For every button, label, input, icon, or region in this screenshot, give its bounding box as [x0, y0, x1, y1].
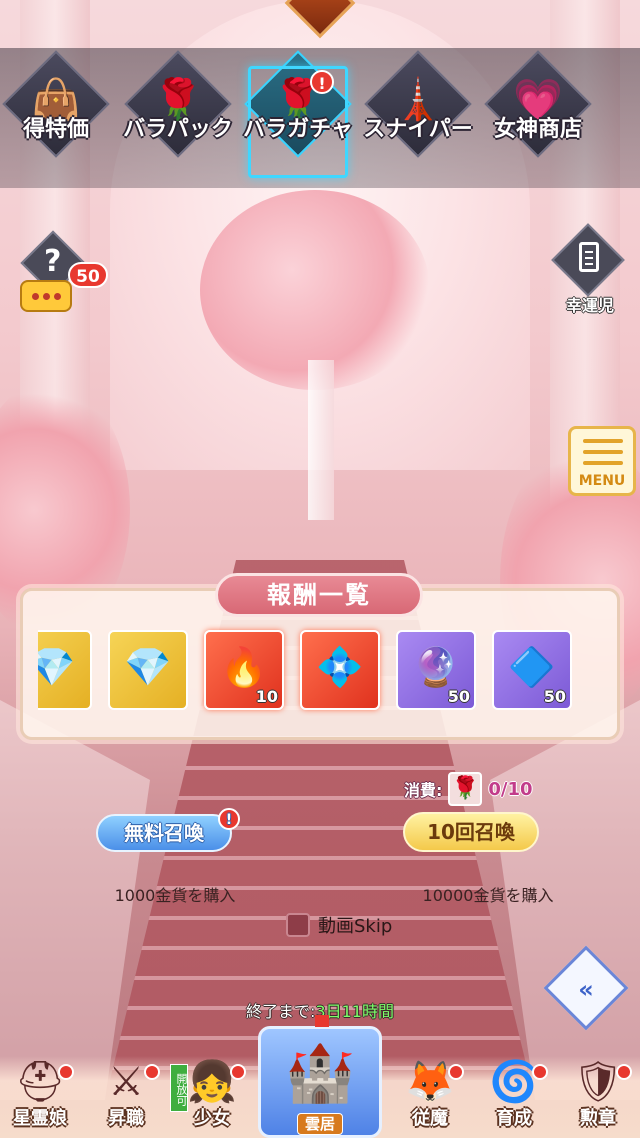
reward-quantity: 50	[543, 687, 566, 706]
nav-castle[interactable]: 🏰 雲居	[258, 1015, 382, 1138]
alert-icon: !	[218, 808, 240, 830]
skip-label: 動画Skip	[318, 916, 393, 937]
menu-button[interactable]: MENU	[568, 426, 636, 496]
chat-button[interactable]: ? 50	[18, 230, 108, 316]
notification-dot	[144, 1064, 160, 1080]
ten-summon-price: 10000金貨を購入	[422, 886, 554, 905]
tab-label: 得特価	[22, 117, 89, 142]
alert-icon: !	[310, 70, 334, 94]
clipboard-icon	[579, 242, 599, 272]
nav-familiar[interactable]: 🦊 従魔	[390, 1052, 470, 1138]
medal-shield-icon: 🛡	[572, 1059, 624, 1105]
shop-tab-bar: 👜 得特価 🌹 バラパック 🌹 バラガチャ ! 🗼 スナイパー 💗 女神商店	[0, 48, 640, 188]
reward-item[interactable]: 🔮 50	[396, 630, 476, 710]
flag-icon	[315, 1015, 329, 1027]
tab-label: バラパック	[123, 117, 233, 142]
video-skip-toggle[interactable]: 動画Skip	[286, 912, 392, 938]
knight-helmet-icon: ⛑	[14, 1059, 66, 1105]
ten-summon-button[interactable]: 10回召喚	[403, 812, 539, 852]
portal-icon: 🌀	[489, 1059, 539, 1105]
free-summon-label: 無料召喚	[124, 821, 204, 845]
reward-item[interactable]: 💎	[108, 630, 188, 710]
nav-label: 従魔	[412, 1108, 448, 1129]
blue-crystal-icon: 💠	[316, 645, 364, 689]
reward-quantity: 10	[255, 687, 278, 706]
tab-rose-pack[interactable]: 🌹 バラパック	[118, 50, 238, 184]
rose-icon: 🌹	[448, 772, 483, 806]
background-tree-trunk	[308, 360, 334, 520]
cost-label: 消費:	[404, 781, 443, 800]
nav-training[interactable]: 🌀 育成	[474, 1052, 554, 1138]
cost-value: 0/10	[488, 778, 533, 800]
nav-label: 勲章	[580, 1108, 616, 1129]
tab-rose-gacha[interactable]: 🌹 バラガチャ !	[238, 50, 358, 184]
nav-label: 育成	[496, 1108, 532, 1129]
timer-prefix: 終了まで:	[246, 1002, 316, 1021]
notification-dot	[448, 1064, 464, 1080]
nav-label: 星霊娘	[13, 1108, 67, 1129]
reward-item[interactable]: 🔥 10	[204, 630, 284, 710]
back-arrow-icon: «	[578, 975, 594, 1004]
hamburger-icon	[583, 439, 623, 467]
tab-goddess-shop[interactable]: 💗 女神商店	[478, 50, 598, 184]
chat-count-badge: 50	[68, 262, 108, 288]
reward-quantity: 50	[447, 687, 470, 706]
reward-item[interactable]: 💎	[38, 630, 92, 710]
unlock-badge: 開放可	[170, 1064, 188, 1112]
diamond-pile-icon: 💎	[124, 645, 172, 689]
crossed-swords-icon: ⚔	[108, 1059, 144, 1105]
nav-promotion[interactable]: ⚔ 昇職	[86, 1052, 166, 1138]
tab-label: 女神商店	[493, 117, 582, 142]
notification-dot	[616, 1064, 632, 1080]
free-summon-button[interactable]: 無料召喚 !	[96, 808, 240, 852]
reward-list[interactable]: 💎 💎 🔥 10 💠 🔮 50 🔷 50	[38, 624, 604, 716]
rewards-title: 報酬一覧	[215, 573, 423, 617]
gem-pile-icon: 💎	[38, 645, 76, 689]
menu-label: MENU	[578, 473, 626, 489]
lucky-label: 幸運児	[565, 296, 614, 315]
cost-display: 消費: 🌹 0/10	[404, 772, 533, 806]
tab-special-price[interactable]: 👜 得特価	[0, 50, 116, 184]
nav-star-spirit[interactable]: ⛑ 星霊娘	[0, 1052, 80, 1138]
fox-mask-icon: 🦊	[405, 1059, 455, 1105]
tab-label: スナイパー	[363, 117, 473, 142]
notification-dot	[58, 1064, 74, 1080]
lucky-button[interactable]: 幸運児	[551, 223, 632, 318]
reward-item[interactable]: 💠	[300, 630, 380, 710]
nav-label: 雲居	[297, 1113, 343, 1135]
question-icon: ?	[44, 244, 62, 279]
notification-dot	[532, 1064, 548, 1080]
chat-bubble-icon	[20, 280, 72, 312]
castle-icon: 🏰	[285, 1041, 355, 1106]
tab-sniper[interactable]: 🗼 スナイパー	[358, 50, 478, 184]
free-summon-price: 1000金貨を購入	[114, 886, 236, 905]
reward-item[interactable]: 🔷 50	[492, 630, 572, 710]
notification-dot	[230, 1064, 246, 1080]
tab-label: バラガチャ	[243, 117, 353, 142]
girl-portrait-icon: 👧	[187, 1059, 237, 1105]
nav-medal[interactable]: 🛡 勲章	[558, 1052, 638, 1138]
skip-checkbox[interactable]	[286, 913, 310, 937]
nav-label: 昇職	[108, 1108, 144, 1129]
